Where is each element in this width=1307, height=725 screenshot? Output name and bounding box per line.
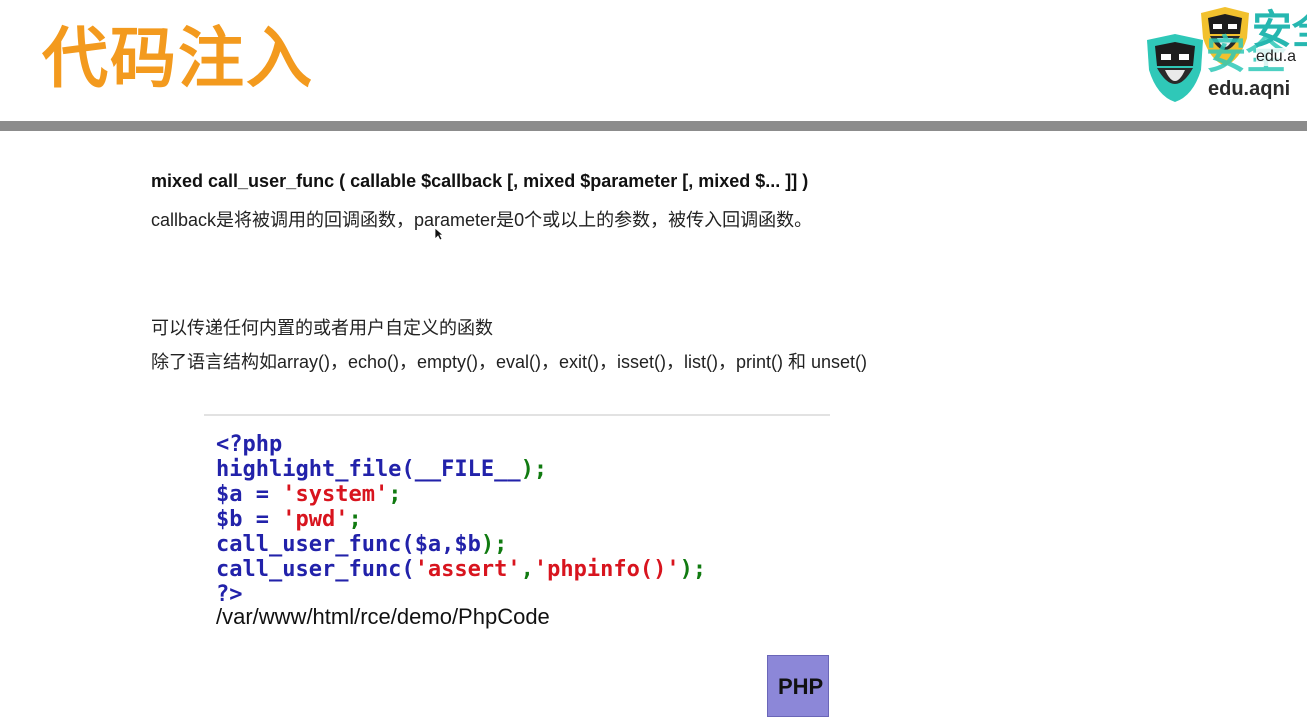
code-snippet: <?php highlight_file(__FILE__); $a = 'sy… (204, 414, 830, 638)
code-token: , (520, 557, 534, 582)
code-token: ; (388, 482, 402, 507)
callback-description: callback是将被调用的回调函数，parameter是0个或以上的参数，被传… (151, 210, 813, 230)
code-line-call-2: call_user_func('assert','phpinfo()'); (216, 557, 706, 582)
code-token: 'pwd' (282, 507, 349, 532)
code-token: highlight_file( (216, 457, 415, 482)
code-line-call-1: call_user_func($a,$b); (216, 532, 507, 557)
code-token: 'assert' (414, 557, 521, 582)
code-token: call_user_func( (216, 557, 415, 582)
code-token: __FILE__ (414, 457, 521, 482)
php-badge: PHP (767, 655, 829, 717)
code-token: ); (679, 557, 707, 582)
code-token: 'system' (282, 482, 389, 507)
code-line-assign-b: $b = 'pwd'; (216, 507, 362, 532)
code-token: $b = (216, 507, 283, 532)
logo-url-small: edu.a (1256, 48, 1297, 66)
note-builtin-functions: 可以传递任何内置的或者用户自定义的函数 (151, 318, 493, 338)
function-signature: mixed call_user_func ( callable $callbac… (151, 171, 809, 191)
code-line-open-tag: <?php (216, 432, 283, 457)
output-path: /var/www/html/rce/demo/PhpCode (216, 604, 550, 629)
code-token: ; (348, 507, 362, 532)
header-divider (0, 121, 1307, 131)
code-token: $a = (216, 482, 283, 507)
code-line-assign-a: $a = 'system'; (216, 482, 401, 507)
code-token: ); (480, 532, 508, 557)
code-token: $a,$b (414, 532, 481, 557)
logo-brand-text: 安全 (1252, 7, 1307, 53)
slide-title: 代码注入 (42, 20, 314, 97)
code-token: ); (520, 457, 548, 482)
logo-url: edu.aqni (1208, 78, 1291, 100)
code-line-highlight: highlight_file(__FILE__); (216, 457, 547, 482)
mouse-pointer-icon (434, 227, 444, 241)
code-token: call_user_func( (216, 532, 415, 557)
code-token: 'phpinfo()' (533, 557, 680, 582)
note-language-constructs: 除了语言结构如array()，echo()，empty()，eval()，exi… (151, 352, 868, 372)
